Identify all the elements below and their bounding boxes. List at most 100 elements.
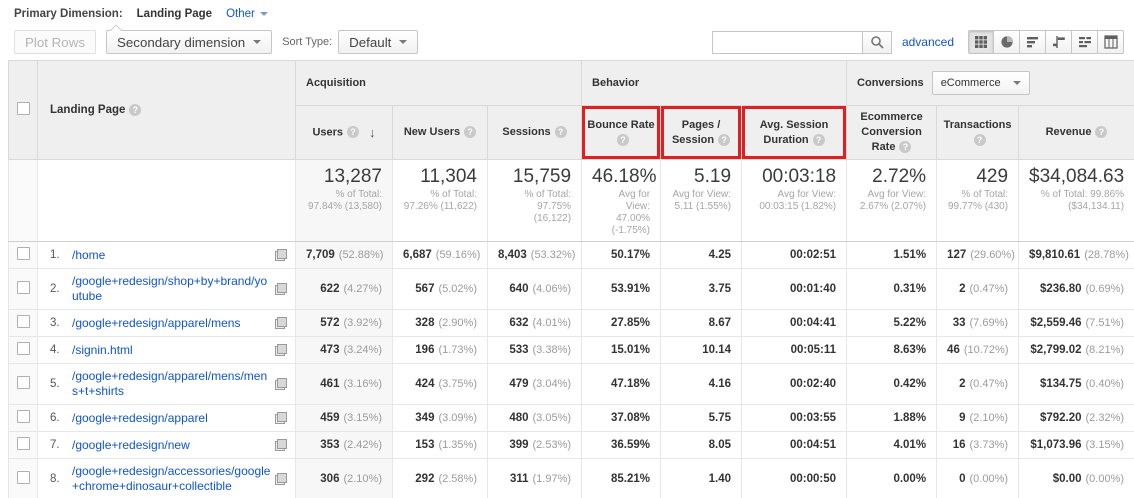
help-icon[interactable]: ? xyxy=(617,133,630,146)
acquisition-group-header: Acquisition xyxy=(294,60,583,106)
sessions-column-header[interactable]: Sessions? xyxy=(486,105,583,160)
pages-session-value: 5.75 xyxy=(708,412,732,424)
row-checkbox[interactable] xyxy=(16,315,30,328)
new-users-cell: 292 (2.58%) xyxy=(392,458,488,498)
row-checkbox[interactable] xyxy=(16,281,30,294)
open-page-icon[interactable] xyxy=(275,412,287,424)
sort-type-dropdown[interactable]: Default xyxy=(338,30,419,54)
totals-revenue-note: % of Total: 99.86% ($34,134.11) xyxy=(1040,189,1125,212)
help-icon[interactable]: ? xyxy=(899,141,912,154)
landing-page-link[interactable]: /google+redesign/apparel/mens/mens+t+shi… xyxy=(72,369,275,399)
conversions-goal-dropdown[interactable]: eCommerce xyxy=(931,71,1030,95)
row-checkbox[interactable] xyxy=(16,342,30,355)
primary-dimension-tab-landing-page[interactable]: Landing Page xyxy=(137,8,212,20)
totals-avg-session-duration-note: Avg for View: 00:03:15 (1.82%) xyxy=(759,189,837,212)
totals-transactions: 429 % of Total: 99.77% (430) xyxy=(936,159,1020,242)
plot-rows-button[interactable]: Plot Rows xyxy=(14,30,96,54)
pages-session-cell: 1.40 xyxy=(660,458,743,498)
ecommerce-conversion-rate-value: 4.01% xyxy=(893,439,927,451)
landing-page-link[interactable]: /google+redesign/shop+by+brand/youtube xyxy=(72,274,275,304)
users-column-header[interactable]: Users? ↓ xyxy=(295,105,393,160)
totals-ecommerce-conversion-rate-note: Avg for View: 2.67% (2.07%) xyxy=(859,189,927,212)
table-row: 2. /google+redesign/shop+by+brand/youtub… xyxy=(8,268,1134,310)
transactions-cell: 16 (3.73%) xyxy=(936,431,1020,459)
term-cloud-view-button[interactable] xyxy=(1072,30,1098,54)
new-users-cell: 567 (5.02%) xyxy=(392,268,488,310)
ecommerce-conversion-rate-column-header[interactable]: Ecommerce Conversion Rate? xyxy=(846,105,938,160)
help-icon[interactable]: ? xyxy=(973,133,986,146)
avg-session-duration-cell: 00:05:11 xyxy=(741,336,848,364)
avg-session-duration-cell: 00:04:41 xyxy=(741,309,848,337)
open-page-icon[interactable] xyxy=(275,473,287,485)
help-icon[interactable]: ? xyxy=(812,133,825,146)
help-icon[interactable]: ? xyxy=(554,126,567,139)
landing-page-column-header[interactable]: Landing Page? xyxy=(37,60,296,160)
pivot-table-icon xyxy=(1103,35,1118,49)
open-page-icon[interactable] xyxy=(275,378,287,390)
landing-page-link[interactable]: /signin.html xyxy=(72,343,275,358)
performance-view-button[interactable] xyxy=(1020,30,1046,54)
transactions-percent: (29.60%) xyxy=(970,249,1015,261)
new-users-column-header[interactable]: New Users? xyxy=(392,105,488,160)
advanced-search-link[interactable]: advanced xyxy=(902,35,954,49)
open-page-icon[interactable] xyxy=(275,344,287,356)
chevron-down-icon xyxy=(1012,81,1021,85)
landing-page-cell: 8. /google+redesign/accessories/google+c… xyxy=(37,458,296,498)
sessions-percent: (3.04%) xyxy=(532,378,572,390)
users-cell: 572 (3.92%) xyxy=(295,309,393,337)
pages-session-column-header[interactable]: Pages / Session? xyxy=(660,105,743,160)
revenue-column-header[interactable]: Revenue? xyxy=(1018,105,1134,160)
landing-page-link[interactable]: /google+redesign/accessories/google+chro… xyxy=(72,464,275,494)
open-page-icon[interactable] xyxy=(275,249,287,261)
avg-session-duration-column-header[interactable]: Avg. Session Duration? xyxy=(741,105,848,160)
ecommerce-conversion-rate-value: 0.00% xyxy=(893,473,927,485)
users-percent: (3.15%) xyxy=(343,412,382,424)
row-checkbox[interactable] xyxy=(16,471,30,484)
sessions-value: 480 xyxy=(509,412,529,424)
bounce-rate-column-header[interactable]: Bounce Rate? xyxy=(581,105,662,160)
row-checkbox-cell xyxy=(8,431,38,459)
transactions-column-header[interactable]: Transactions ? xyxy=(936,105,1020,160)
help-icon[interactable]: ? xyxy=(1095,126,1108,139)
new-users-cell: 328 (2.90%) xyxy=(392,309,488,337)
sessions-value: 640 xyxy=(509,283,529,295)
comparison-view-button[interactable] xyxy=(1046,30,1072,54)
landing-page-link[interactable]: /google+redesign/apparel xyxy=(72,411,275,426)
avg-session-duration-value: 00:03:55 xyxy=(790,412,837,424)
open-page-icon[interactable] xyxy=(275,439,287,451)
help-icon[interactable]: ? xyxy=(129,103,142,116)
pivot-view-button[interactable] xyxy=(1098,30,1124,54)
landing-page-link[interactable]: /home xyxy=(72,248,275,263)
table-row: 6. /google+redesign/apparel 459 (3.15%) 3… xyxy=(8,404,1134,432)
help-icon[interactable]: ? xyxy=(718,133,731,146)
help-icon[interactable]: ? xyxy=(347,126,360,139)
totals-bounce-rate-value: 46.18% xyxy=(592,166,657,187)
users-cell: 353 (2.42%) xyxy=(295,431,393,459)
new-users-value: 6,687 xyxy=(403,249,432,261)
other-label: Other xyxy=(226,8,255,20)
data-view-button[interactable] xyxy=(968,30,994,54)
select-all-checkbox[interactable] xyxy=(16,102,30,115)
row-checkbox[interactable] xyxy=(16,437,30,450)
open-page-icon[interactable] xyxy=(275,283,287,295)
pie-chart-icon xyxy=(1000,35,1013,48)
search-button[interactable] xyxy=(861,30,892,54)
revenue-percent: (7.51%) xyxy=(1085,317,1125,329)
users-header-label: Users xyxy=(312,126,344,139)
revenue-value: $9,810.61 xyxy=(1029,249,1081,261)
ecommerce-conversion-rate-cell: 5.22% xyxy=(846,309,938,337)
primary-dimension-other-dropdown[interactable]: Other xyxy=(226,8,268,20)
landing-page-link[interactable]: /google+redesign/new xyxy=(72,438,275,453)
row-checkbox[interactable] xyxy=(16,247,30,260)
ecommerce-conversion-rate-value: 1.88% xyxy=(893,412,927,424)
help-icon[interactable]: ? xyxy=(464,126,477,139)
new-users-cell: 349 (3.09%) xyxy=(392,404,488,432)
users-value: 306 xyxy=(320,473,340,485)
open-page-icon[interactable] xyxy=(275,317,287,329)
search-input[interactable] xyxy=(711,30,862,54)
row-checkbox[interactable] xyxy=(16,410,30,423)
percentage-view-button[interactable] xyxy=(994,30,1020,54)
landing-page-link[interactable]: /google+redesign/apparel/mens xyxy=(72,316,275,331)
row-checkbox[interactable] xyxy=(16,376,30,389)
secondary-dimension-dropdown[interactable]: Secondary dimension xyxy=(106,30,273,54)
